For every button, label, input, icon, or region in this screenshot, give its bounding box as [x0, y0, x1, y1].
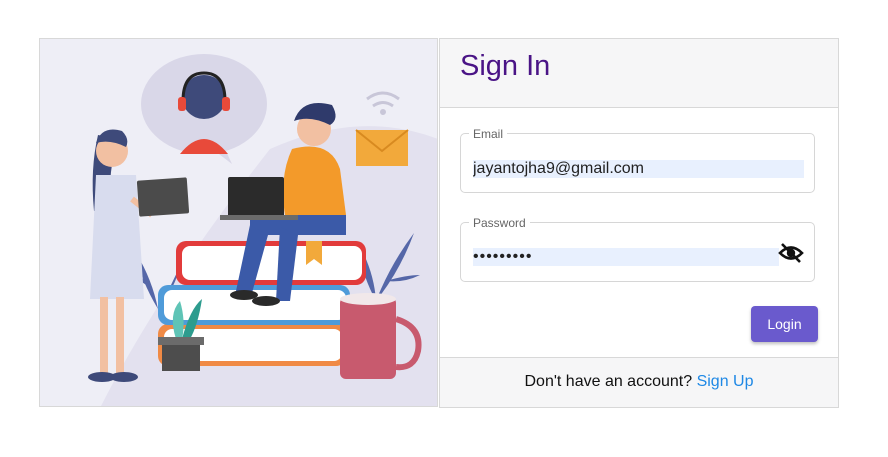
- eye-slash-icon[interactable]: [778, 242, 804, 264]
- card-header: Sign In: [440, 39, 838, 108]
- email-input[interactable]: [473, 160, 804, 178]
- password-input[interactable]: [473, 248, 779, 266]
- password-field: Password: [460, 216, 815, 282]
- wifi-icon: [366, 91, 400, 108]
- login-button[interactable]: Login: [751, 306, 818, 342]
- password-label: Password: [469, 216, 530, 230]
- signup-prompt: Don't have an account? Sign Up: [440, 357, 838, 407]
- signin-card: Sign In Email Password Login Don't have …: [439, 38, 839, 408]
- support-team-illustration: [88, 54, 437, 406]
- page-title: Sign In: [460, 50, 551, 82]
- email-label: Email: [469, 127, 508, 141]
- envelope-icon: [355, 129, 409, 166]
- email-field: Email: [460, 127, 815, 193]
- signup-prompt-text: Don't have an account?: [524, 373, 693, 390]
- signup-link[interactable]: Sign Up: [697, 373, 754, 390]
- signin-illustration: [39, 38, 438, 407]
